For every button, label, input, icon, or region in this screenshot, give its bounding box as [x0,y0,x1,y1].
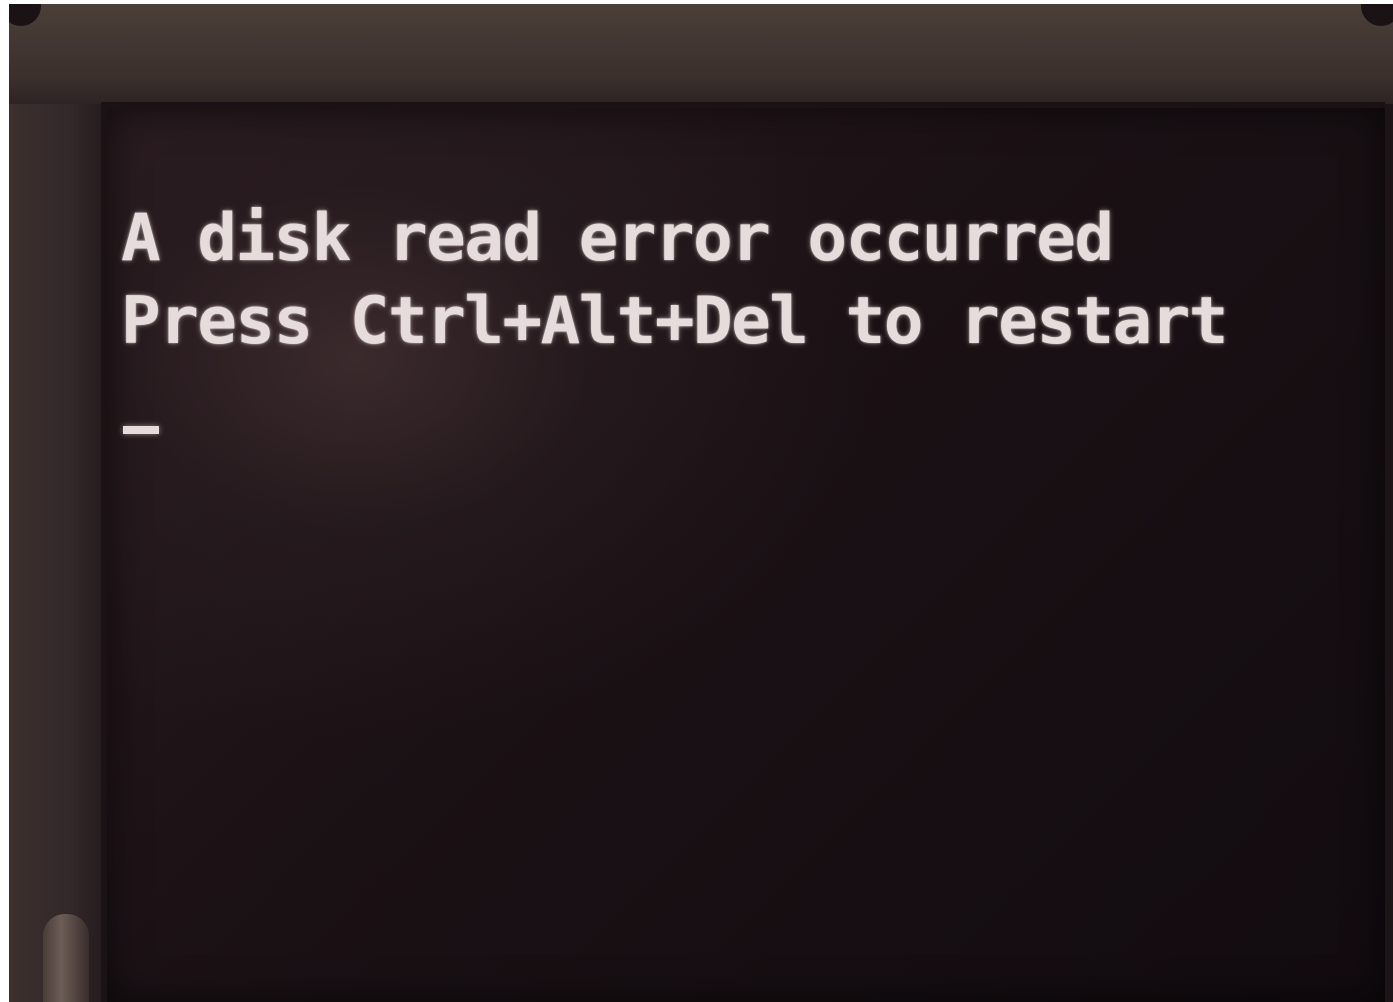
text-cursor [123,426,159,434]
laptop-photo: A disk read error occurred Press Ctrl+Al… [9,4,1393,1002]
laptop-bezel-right [1385,104,1393,1002]
laptop-bezel-left [9,104,109,1002]
laptop-bezel-top [9,4,1393,112]
error-message-line: A disk read error occurred [121,200,1114,276]
laptop-hinge [43,914,89,1002]
restart-instruction-line: Press Ctrl+Alt+Del to restart [121,283,1229,359]
